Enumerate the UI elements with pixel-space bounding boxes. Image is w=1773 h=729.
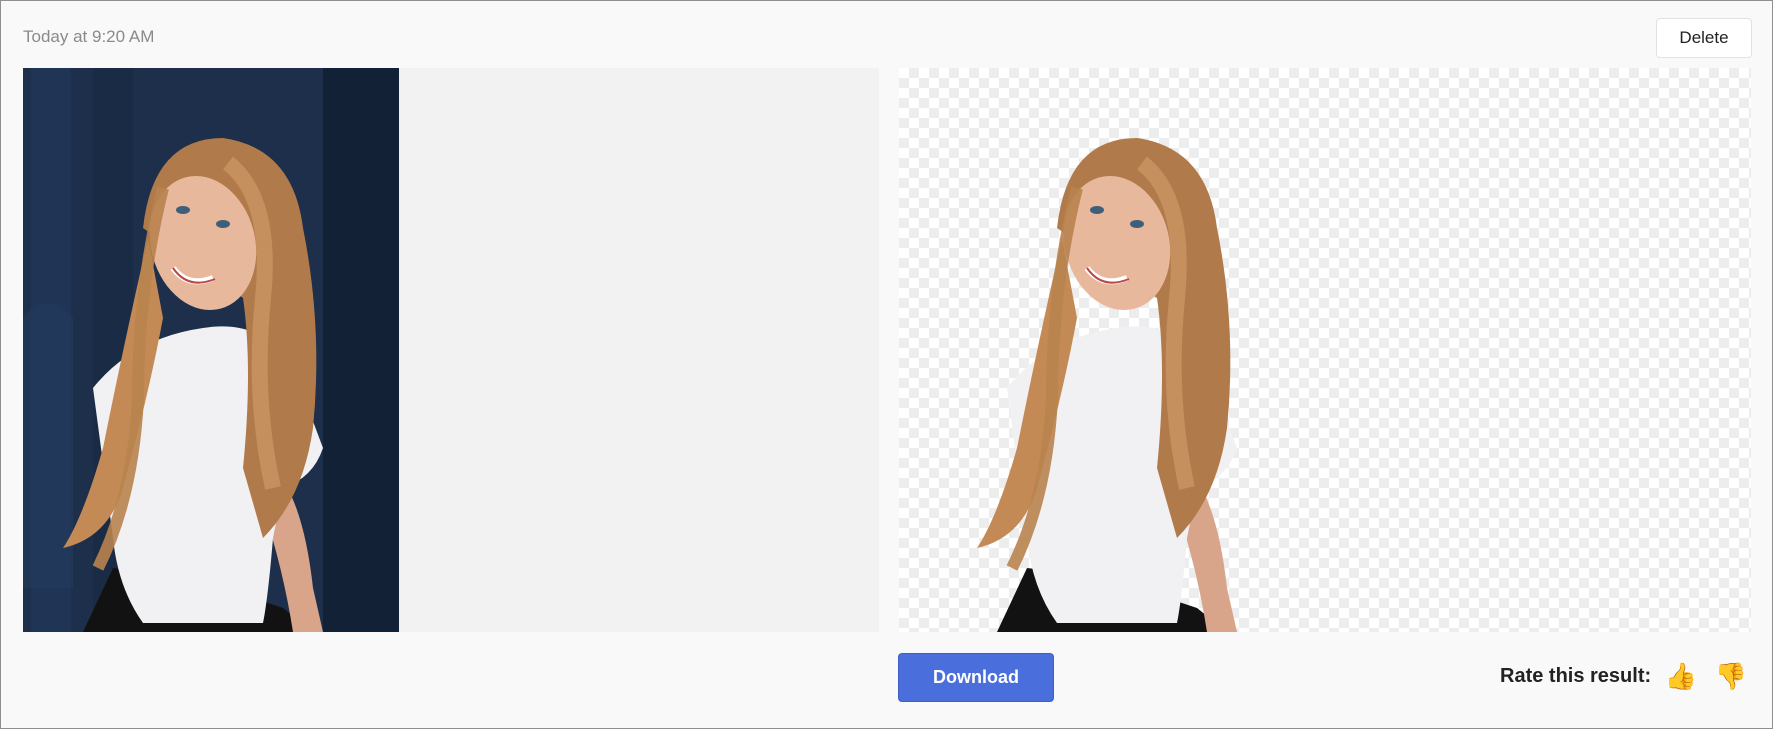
original-photo-illustration xyxy=(23,68,399,632)
result-image xyxy=(937,68,1313,632)
original-image-panel xyxy=(23,68,879,632)
result-image-panel xyxy=(899,68,1751,632)
thumbs-up-icon[interactable]: 👍 xyxy=(1664,659,1698,693)
rate-result-label: Rate this result: xyxy=(1500,665,1652,687)
thumbs-down-icon[interactable]: 👎 xyxy=(1714,659,1748,693)
result-card: Today at 9:20 AM Delete Download Rate th… xyxy=(0,0,1773,729)
original-image xyxy=(23,68,399,632)
result-photo-illustration xyxy=(977,138,1237,632)
delete-button[interactable]: Delete xyxy=(1656,18,1752,58)
download-button[interactable]: Download xyxy=(898,653,1054,702)
timestamp: Today at 9:20 AM xyxy=(23,27,155,46)
